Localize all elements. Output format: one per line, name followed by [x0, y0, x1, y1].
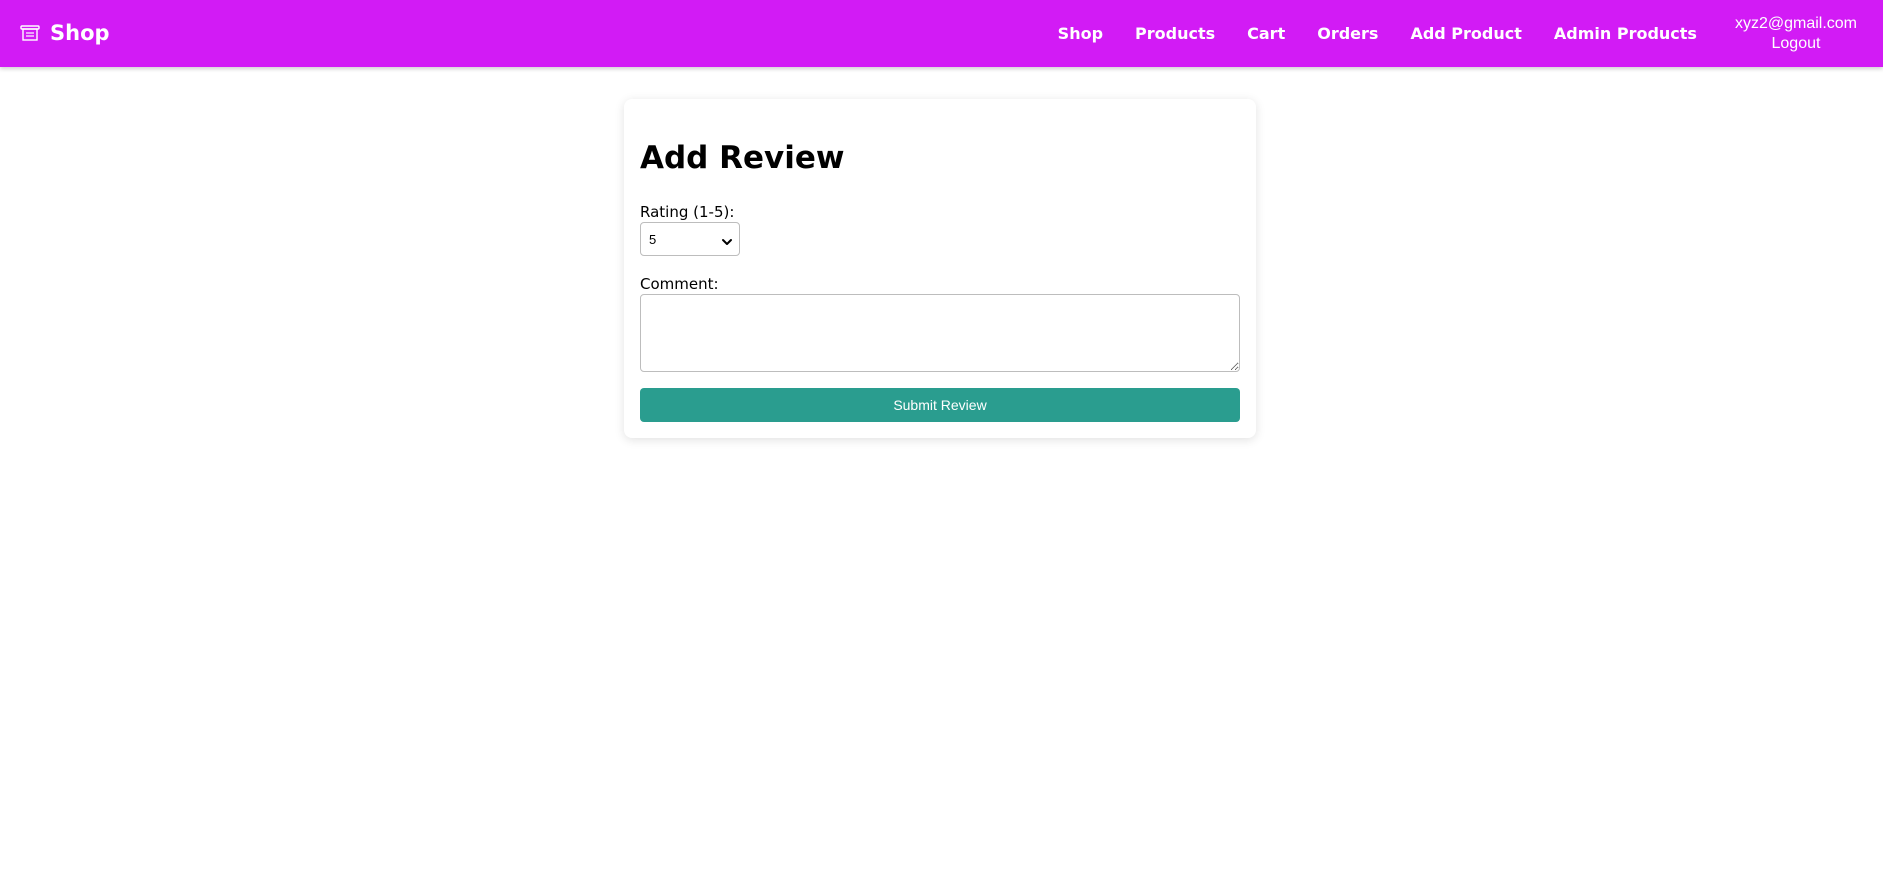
logout-button[interactable]: Logout [1772, 34, 1821, 54]
nav-link-shop[interactable]: Shop [1058, 24, 1103, 43]
user-menu: xyz2@gmail.com Logout [1735, 14, 1857, 54]
store-icon [20, 24, 40, 42]
add-review-card: Add Review Rating (1-5): 1 2 3 4 5 Comme… [624, 99, 1256, 438]
nav-link-products[interactable]: Products [1135, 24, 1215, 43]
comment-label: Comment: [640, 275, 719, 293]
nav-link-orders[interactable]: Orders [1317, 24, 1378, 43]
rating-label: Rating (1-5): [640, 203, 735, 221]
page-title: Add Review [640, 140, 845, 176]
user-email: xyz2@gmail.com [1734, 14, 1857, 32]
submit-review-button[interactable]: Submit Review [640, 388, 1240, 422]
top-navbar: Shop Shop Products Cart Orders Add Produ… [0, 0, 1883, 67]
nav-link-admin-products[interactable]: Admin Products [1554, 24, 1697, 43]
nav-link-add-product[interactable]: Add Product [1410, 24, 1521, 43]
nav-link-cart[interactable]: Cart [1247, 24, 1285, 43]
brand-link[interactable]: Shop [20, 20, 110, 46]
comment-textarea[interactable] [640, 294, 1240, 372]
brand-label: Shop [50, 21, 110, 45]
nav-links: Shop Products Cart Orders Add Product Ad… [1058, 0, 1883, 67]
rating-select[interactable]: 1 2 3 4 5 [640, 222, 740, 256]
